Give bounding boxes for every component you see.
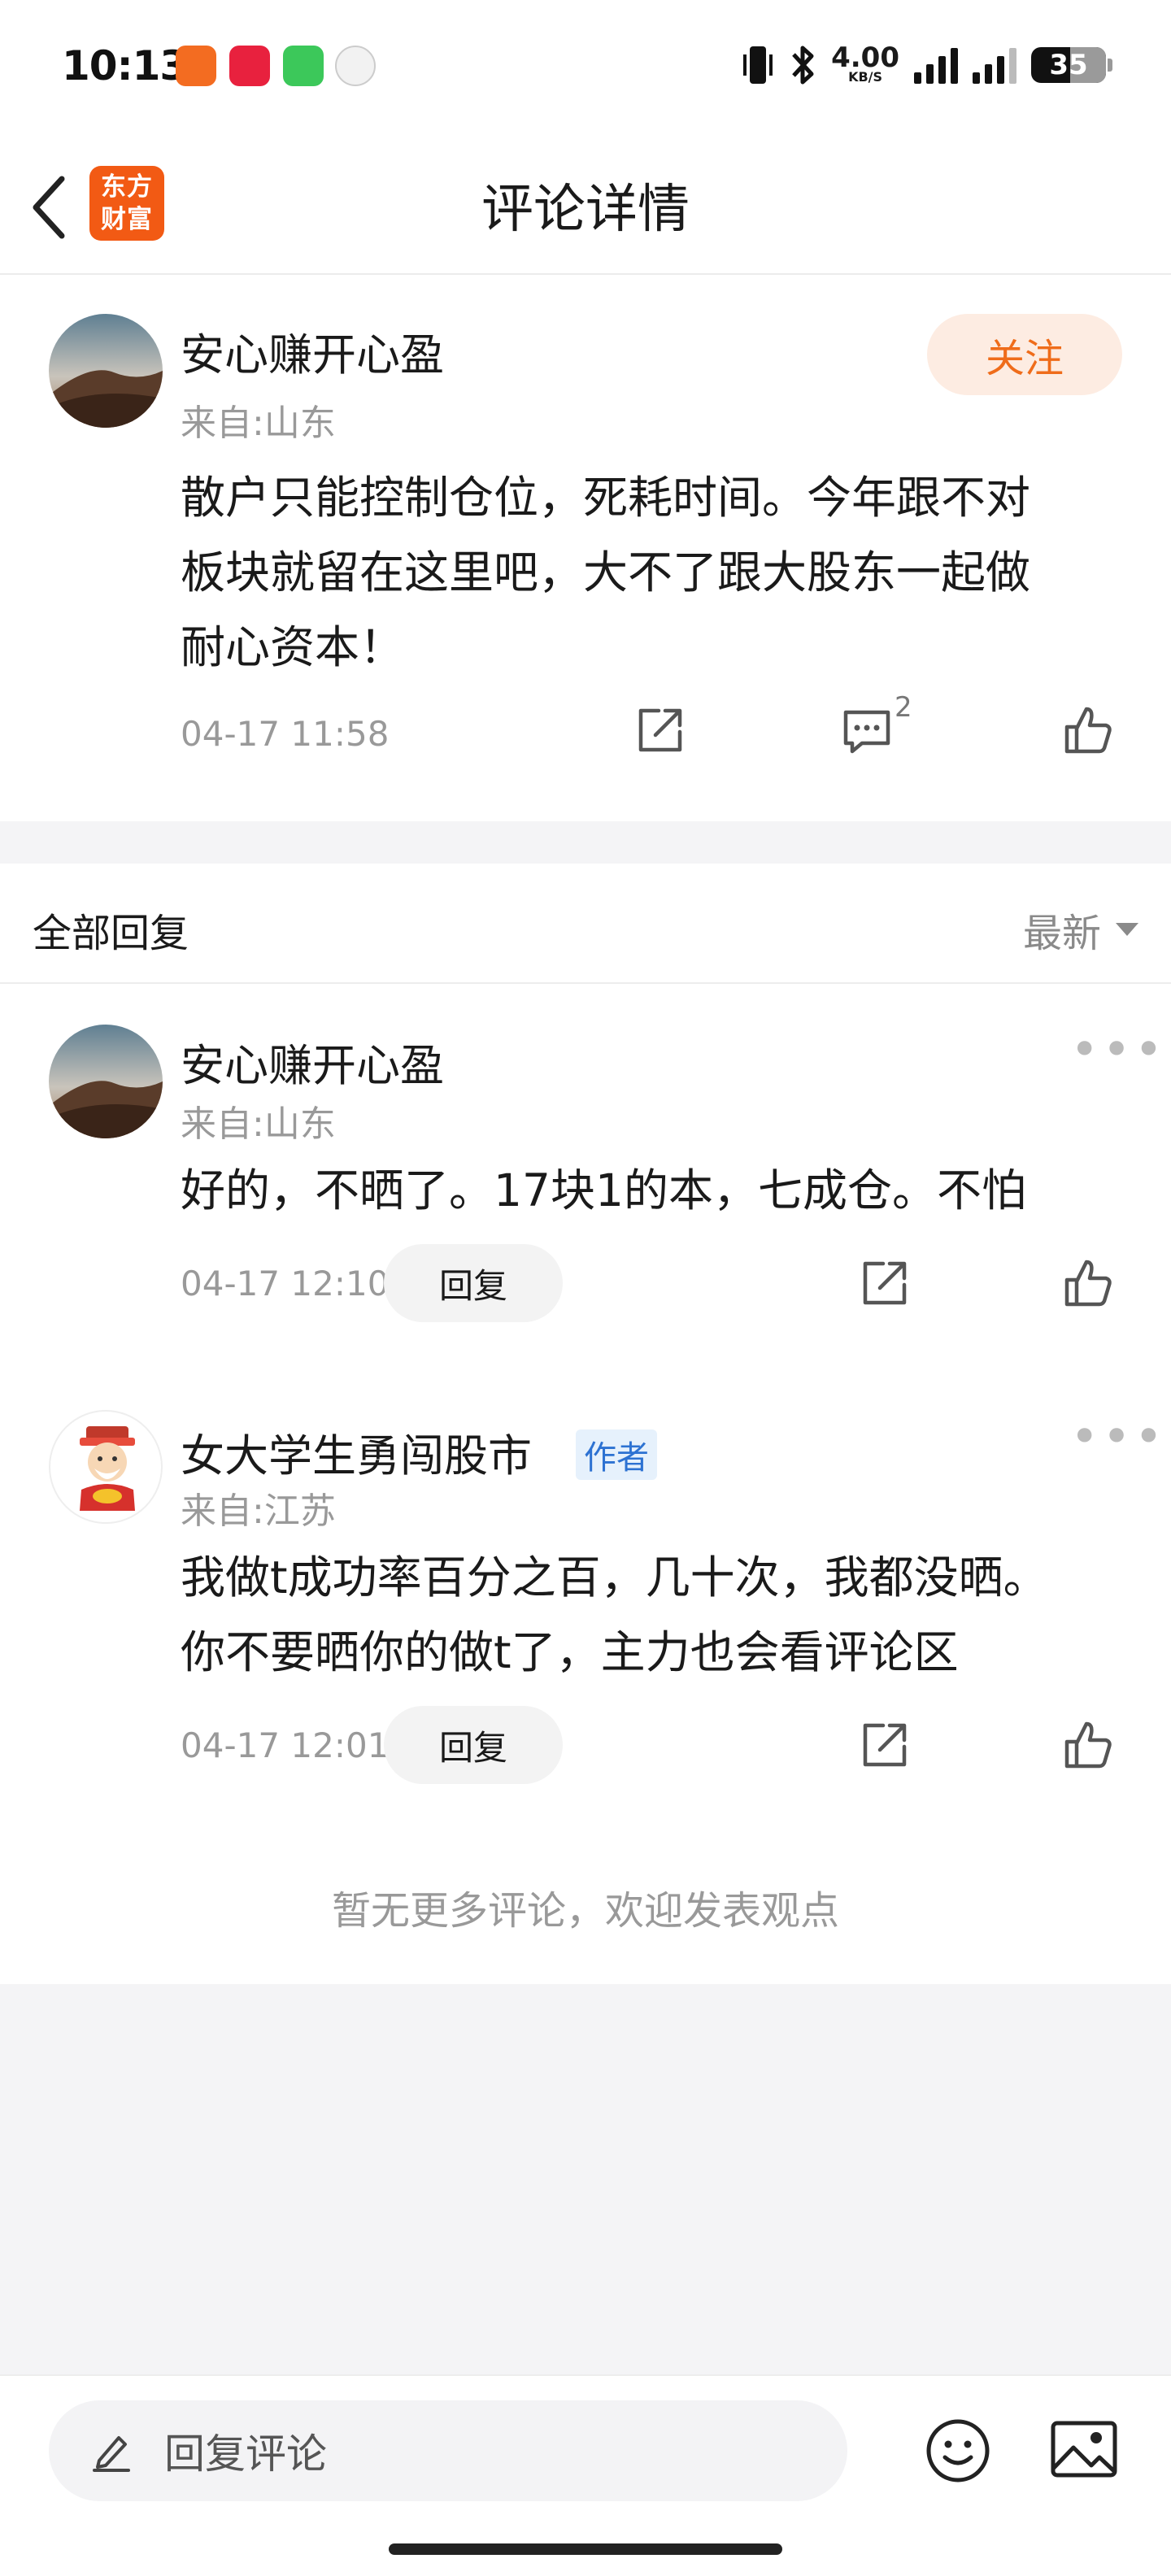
- system-icons: 4.00 KB/S 35: [742, 41, 1112, 89]
- clock-app-icon: [335, 46, 376, 86]
- reply-button[interactable]: 回复: [384, 1706, 563, 1784]
- status-time: 10:13: [62, 42, 188, 89]
- no-more-comments-text: 暂无更多评论，欢迎发表观点: [331, 1888, 839, 1934]
- username[interactable]: 安心赚开心盈: [181, 319, 444, 383]
- page-title: 评论详情: [481, 180, 690, 240]
- status-bar: 10:13 4.00 KB/S 35: [0, 0, 1171, 138]
- share-icon[interactable]: [859, 1719, 911, 1771]
- shopping-app-icon: [229, 46, 270, 86]
- bottom-reply-bar: 回复评论: [0, 2374, 1171, 2576]
- home-indicator[interactable]: [389, 2543, 782, 2555]
- sort-dropdown[interactable]: 最新: [1023, 901, 1138, 958]
- comment-timestamp: 04-17 11:58: [181, 714, 390, 754]
- reply-item: 女大学生勇闯股市 作者 来自:江苏 ••• 我做t成功率百分之百，几十次，我都没…: [0, 1374, 1171, 1830]
- battery-icon: 35: [1031, 47, 1112, 83]
- news-app-icon: [176, 46, 216, 86]
- reply-content[interactable]: 我做t成功率百分之百，几十次，我都没晒。 你不要晒你的做t了，主力也会看评论区: [181, 1540, 1048, 1690]
- more-options-icon[interactable]: •••: [1070, 1025, 1166, 1074]
- share-icon[interactable]: [859, 1257, 911, 1309]
- location-label: 来自:山东: [181, 402, 336, 444]
- username[interactable]: 女大学生勇闯股市: [181, 1420, 532, 1484]
- vibrate-icon: [743, 46, 773, 84]
- reply-content[interactable]: 好的，不晒了。17块1的本，七成仓。不怕: [181, 1153, 1026, 1228]
- network-speed: 4.00 KB/S: [831, 41, 899, 85]
- dropdown-triangle-icon: [1116, 923, 1138, 936]
- location-label: 来自:山东: [181, 1103, 336, 1145]
- comment-bubble-icon: [843, 710, 890, 754]
- reply-input-placeholder: 回复评论: [164, 2430, 327, 2478]
- author-badge: 作者: [576, 1429, 657, 1480]
- signal-strength-2-icon: [973, 46, 1016, 84]
- like-icon[interactable]: [1062, 1719, 1114, 1771]
- avatar[interactable]: [49, 1025, 163, 1138]
- comment-content[interactable]: 散户只能控制仓位，死耗时间。今年跟不对 板块就留在这里吧，大不了跟大股东一起做 …: [181, 460, 1030, 685]
- share-icon[interactable]: [634, 704, 686, 756]
- top-nav-bar: 东方 财富 评论详情: [0, 138, 1171, 275]
- reply-timestamp: 04-17 12:01: [181, 1725, 390, 1765]
- location-label: 来自:江苏: [181, 1490, 336, 1532]
- avatar[interactable]: [49, 314, 163, 428]
- replies-list: 安心赚开心盈 来自:山东 ••• 好的，不晒了。17块1的本，七成仓。不怕 04…: [0, 984, 1171, 1984]
- bluetooth-icon: [792, 46, 814, 85]
- main-comment-card: 安心赚开心盈 来自:山东 关注 散户只能控制仓位，死耗时间。今年跟不对 板块就留…: [0, 275, 1171, 821]
- sort-label: 最新: [1022, 911, 1101, 956]
- more-options-icon[interactable]: •••: [1070, 1412, 1166, 1461]
- comment-count-button[interactable]: 2: [841, 691, 955, 763]
- image-icon[interactable]: [1049, 2418, 1119, 2483]
- pencil-icon: [93, 2436, 130, 2472]
- like-icon[interactable]: [1062, 704, 1114, 756]
- reply-button[interactable]: 回复: [384, 1244, 563, 1322]
- replies-header: 全部回复 最新: [0, 864, 1171, 984]
- reply-timestamp: 04-17 12:10: [181, 1264, 390, 1303]
- all-replies-title: 全部回复: [33, 911, 189, 956]
- reply-item: 安心赚开心盈 来自:山东 ••• 好的，不晒了。17块1的本，七成仓。不怕 04…: [0, 984, 1171, 1366]
- follow-button[interactable]: 关注: [927, 314, 1122, 395]
- signal-strength-icon: [914, 46, 958, 84]
- reply-input[interactable]: 回复评论: [49, 2400, 847, 2501]
- avatar[interactable]: [49, 1410, 163, 1524]
- messages-app-icon: [283, 46, 324, 86]
- emoji-icon[interactable]: [924, 2417, 992, 2485]
- username[interactable]: 安心赚开心盈: [181, 1029, 444, 1094]
- like-icon[interactable]: [1062, 1257, 1114, 1309]
- comment-count: 2: [895, 691, 912, 724]
